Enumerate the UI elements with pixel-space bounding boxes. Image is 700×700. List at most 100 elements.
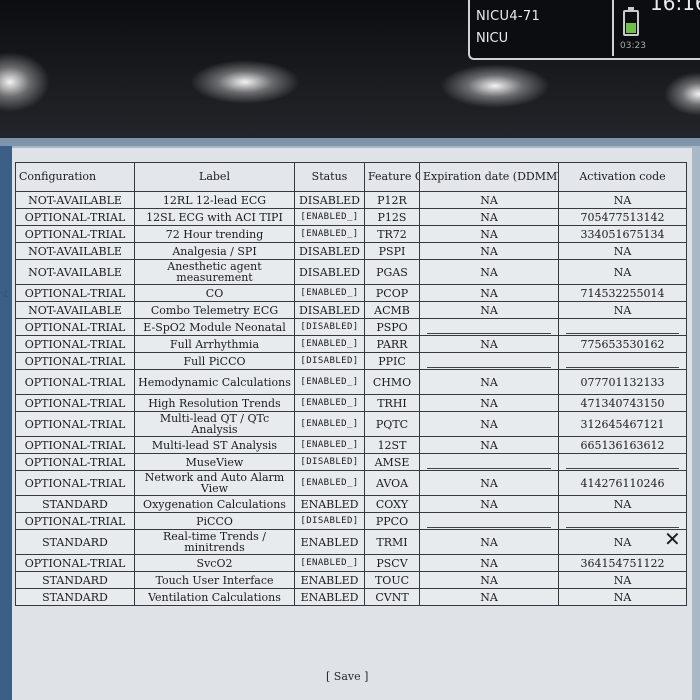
- table-row[interactable]: OPTIONAL-TRIAL MuseView [DISABLED] AMSE: [15, 453, 687, 471]
- activation-code-cell[interactable]: 414276110246: [558, 470, 687, 496]
- config-cell[interactable]: OPTIONAL-TRIAL: [15, 453, 135, 471]
- expiration-cell[interactable]: NA: [419, 284, 559, 302]
- activation-code-cell[interactable]: 714532255014: [558, 284, 687, 302]
- config-cell[interactable]: OPTIONAL-TRIAL: [15, 512, 135, 530]
- table-row[interactable]: STANDARD Ventilation Calculations ENABLED C…: [15, 588, 687, 606]
- activation-code-cell[interactable]: 665136163612: [558, 436, 687, 454]
- config-cell[interactable]: OPTIONAL-TRIAL: [15, 411, 135, 437]
- config-cell[interactable]: OPTIONAL-TRIAL: [15, 352, 135, 370]
- activation-code-cell[interactable]: [558, 453, 687, 471]
- config-cell[interactable]: OPTIONAL-TRIAL: [15, 208, 135, 226]
- status-cell[interactable]: DISABLED: [294, 191, 365, 209]
- status-cell[interactable]: ENABLED: [294, 571, 365, 589]
- status-cell[interactable]: [ENABLED_]: [294, 225, 365, 243]
- expiration-cell[interactable]: NA: [419, 191, 559, 209]
- status-cell[interactable]: [DISABLED]: [294, 318, 365, 336]
- table-row[interactable]: STANDARD Oxygenation Calculations ENABLED C…: [15, 495, 687, 513]
- expiration-cell[interactable]: NA: [419, 225, 559, 243]
- expiration-cell[interactable]: NA: [419, 259, 559, 285]
- table-row[interactable]: OPTIONAL-TRIAL CO [ENABLED_] PCOP NA 71453225…: [15, 284, 687, 302]
- expiration-cell[interactable]: [419, 512, 559, 530]
- activation-code-cell[interactable]: NA: [558, 495, 687, 513]
- config-cell[interactable]: NOT-AVAILABLE: [15, 242, 135, 260]
- status-cell[interactable]: [ENABLED_]: [294, 411, 365, 437]
- config-cell[interactable]: OPTIONAL-TRIAL: [15, 284, 135, 302]
- expiration-cell[interactable]: NA: [419, 470, 559, 496]
- config-cell[interactable]: STANDARD: [15, 529, 135, 555]
- activation-code-cell[interactable]: NA: [558, 588, 687, 606]
- config-cell[interactable]: NOT-AVAILABLE: [15, 301, 135, 319]
- activation-code-cell[interactable]: [558, 318, 687, 336]
- table-row[interactable]: OPTIONAL-TRIAL High Resolution Trends [ENA…: [15, 394, 687, 412]
- activation-code-cell[interactable]: NA: [558, 191, 687, 209]
- status-cell[interactable]: [ENABLED_]: [294, 470, 365, 496]
- expiration-cell[interactable]: NA: [419, 208, 559, 226]
- status-cell[interactable]: ENABLED: [294, 495, 365, 513]
- expiration-cell[interactable]: NA: [419, 436, 559, 454]
- config-cell[interactable]: OPTIONAL-TRIAL: [15, 335, 135, 353]
- expiration-cell[interactable]: NA: [419, 369, 559, 395]
- expiration-cell[interactable]: NA: [419, 301, 559, 319]
- table-row[interactable]: OPTIONAL-TRIAL PiCCO [DISABLED] PPCO: [15, 512, 687, 530]
- side-menu-label[interactable]: nt: [0, 289, 8, 300]
- expiration-cell[interactable]: NA: [419, 529, 559, 555]
- table-row[interactable]: OPTIONAL-TRIAL Full PiCCO [DISABLED] PPIC: [15, 352, 687, 370]
- expiration-cell[interactable]: [419, 453, 559, 471]
- activation-code-cell[interactable]: 364154751122: [558, 554, 687, 572]
- table-row[interactable]: OPTIONAL-TRIAL Network and Auto Alarm Vie…: [15, 470, 687, 496]
- expiration-cell[interactable]: [419, 352, 559, 370]
- activation-code-cell[interactable]: NA: [558, 242, 687, 260]
- activation-code-cell[interactable]: NA: [558, 259, 687, 285]
- activation-code-cell[interactable]: 775653530162: [558, 335, 687, 353]
- expiration-cell[interactable]: NA: [419, 554, 559, 572]
- table-row[interactable]: OPTIONAL-TRIAL Hemodynamic Calculations [E…: [15, 369, 687, 395]
- status-cell[interactable]: [ENABLED_]: [294, 436, 365, 454]
- expiration-cell[interactable]: NA: [419, 495, 559, 513]
- config-cell[interactable]: OPTIONAL-TRIAL: [15, 318, 135, 336]
- table-row[interactable]: STANDARD Real-time Trends / minitrends ENA…: [15, 529, 687, 555]
- status-cell[interactable]: [ENABLED_]: [294, 394, 365, 412]
- activation-code-cell[interactable]: NA: [558, 301, 687, 319]
- table-row[interactable]: OPTIONAL-TRIAL E-SpO2 Module Neonatal [DIS…: [15, 318, 687, 336]
- config-cell[interactable]: OPTIONAL-TRIAL: [15, 436, 135, 454]
- status-cell[interactable]: [ENABLED_]: [294, 284, 365, 302]
- table-row[interactable]: OPTIONAL-TRIAL 72 Hour trending [ENABLED_]…: [15, 225, 687, 243]
- status-cell[interactable]: ENABLED: [294, 529, 365, 555]
- expiration-cell[interactable]: NA: [419, 411, 559, 437]
- status-cell[interactable]: [ENABLED_]: [294, 335, 365, 353]
- expiration-cell[interactable]: NA: [419, 588, 559, 606]
- status-cell[interactable]: [ENABLED_]: [294, 554, 365, 572]
- table-row[interactable]: OPTIONAL-TRIAL Multi-lead QT / QTc Analys…: [15, 411, 687, 437]
- config-cell[interactable]: OPTIONAL-TRIAL: [15, 470, 135, 496]
- config-cell[interactable]: OPTIONAL-TRIAL: [15, 369, 135, 395]
- status-cell[interactable]: DISABLED: [294, 259, 365, 285]
- table-row[interactable]: OPTIONAL-TRIAL SvcO2 [ENABLED_] PSCV NA 36415…: [15, 554, 687, 572]
- table-row[interactable]: NOT-AVAILABLE Anesthetic agent measuremen…: [15, 259, 687, 285]
- activation-code-cell[interactable]: 312645467121: [558, 411, 687, 437]
- table-row[interactable]: OPTIONAL-TRIAL Full Arrhythmia [ENABLED_] P…: [15, 335, 687, 353]
- expiration-cell[interactable]: [419, 318, 559, 336]
- activation-code-cell[interactable]: [558, 352, 687, 370]
- table-row[interactable]: OPTIONAL-TRIAL Multi-lead ST Analysis [ENA…: [15, 436, 687, 454]
- table-row[interactable]: OPTIONAL-TRIAL 12SL ECG with ACI TIPI [ENA…: [15, 208, 687, 226]
- expiration-cell[interactable]: NA: [419, 242, 559, 260]
- config-cell[interactable]: STANDARD: [15, 495, 135, 513]
- activation-code-cell[interactable]: 334051675134: [558, 225, 687, 243]
- status-cell[interactable]: ENABLED: [294, 588, 365, 606]
- config-cell[interactable]: OPTIONAL-TRIAL: [15, 394, 135, 412]
- table-row[interactable]: NOT-AVAILABLE 12RL 12-lead ECG DISABLED P12…: [15, 191, 687, 209]
- table-row[interactable]: STANDARD Touch User Interface ENABLED TOUC N…: [15, 571, 687, 589]
- status-cell[interactable]: DISABLED: [294, 242, 365, 260]
- status-cell[interactable]: [DISABLED]: [294, 352, 365, 370]
- expiration-cell[interactable]: NA: [419, 394, 559, 412]
- config-cell[interactable]: STANDARD: [15, 571, 135, 589]
- status-cell[interactable]: [DISABLED]: [294, 453, 365, 471]
- activation-code-cell[interactable]: NA: [558, 571, 687, 589]
- status-cell[interactable]: [ENABLED_]: [294, 208, 365, 226]
- status-cell[interactable]: [ENABLED_]: [294, 369, 365, 395]
- activation-code-cell[interactable]: 471340743150: [558, 394, 687, 412]
- config-cell[interactable]: OPTIONAL-TRIAL: [15, 554, 135, 572]
- activation-code-cell[interactable]: 705477513142: [558, 208, 687, 226]
- close-icon[interactable]: ✕: [664, 527, 681, 551]
- expiration-cell[interactable]: NA: [419, 335, 559, 353]
